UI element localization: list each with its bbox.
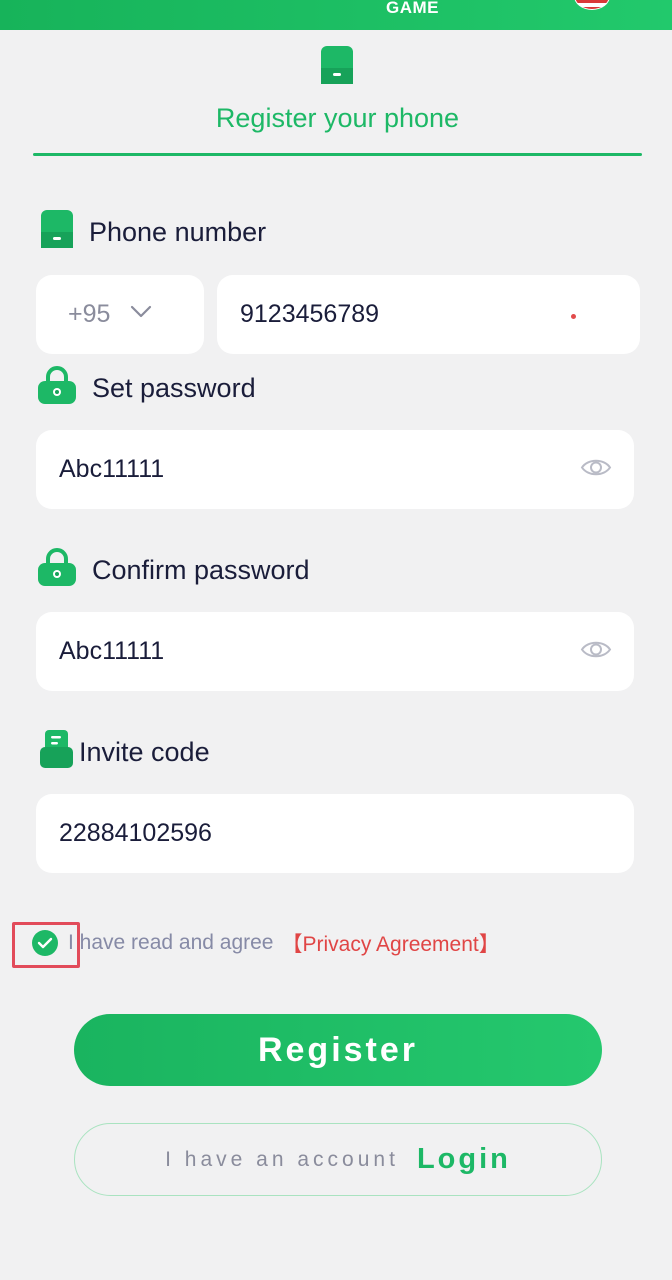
confirm-password-input[interactable]: Abc11111 (36, 612, 634, 691)
invite-code-icon (40, 730, 73, 775)
agreement-row: I have read and agree 【Privacy Agreement… (32, 928, 500, 958)
phone-icon (321, 46, 353, 89)
phone-number-input[interactable]: 9123456789 (217, 275, 640, 354)
phone-icon (41, 210, 73, 255)
highlight-annotation (12, 922, 80, 968)
set-password-label: Set password (92, 373, 256, 403)
country-code-select[interactable]: +95 (36, 275, 204, 354)
lock-icon (38, 548, 76, 593)
confirm-password-label: Confirm password (92, 555, 310, 585)
invite-code-input[interactable]: 22884102596 (36, 794, 634, 873)
active-tab-indicator (33, 153, 642, 156)
register-button[interactable]: Register (74, 1014, 602, 1086)
invite-code-label: Invite code (79, 737, 210, 767)
country-code-value: +95 (68, 300, 111, 328)
set-password-label-row: Set password (38, 366, 256, 411)
confirm-password-value: Abc11111 (59, 637, 165, 665)
password-value: Abc11111 (59, 455, 165, 483)
phone-number-value: 9123456789 (240, 300, 380, 328)
chevron-down-icon (130, 305, 152, 324)
phone-number-label-row: Phone number (41, 210, 266, 255)
have-account-text: I have an account (165, 1147, 399, 1171)
required-indicator (571, 314, 576, 319)
privacy-agreement-link[interactable]: 【Privacy Agreement】 (282, 928, 500, 958)
confirm-password-label-row: Confirm password (38, 548, 310, 593)
login-link[interactable]: Login (417, 1143, 511, 1176)
invite-code-value: 22884102596 (59, 819, 212, 847)
lock-icon (38, 366, 76, 411)
phone-number-label: Phone number (89, 217, 267, 247)
login-button[interactable]: I have an account Login (74, 1123, 602, 1196)
tab-register-phone[interactable]: Register your phone (0, 103, 672, 134)
invite-code-label-row: Invite code (40, 730, 210, 775)
eye-icon[interactable] (580, 638, 612, 665)
password-input[interactable]: Abc11111 (36, 430, 634, 509)
agreement-text: I have read and agree (68, 931, 274, 954)
brand-logo-text: GAME (386, 0, 439, 17)
top-bar: GAME (0, 0, 672, 30)
language-flag-icon[interactable] (574, 0, 610, 10)
eye-icon[interactable] (580, 456, 612, 483)
